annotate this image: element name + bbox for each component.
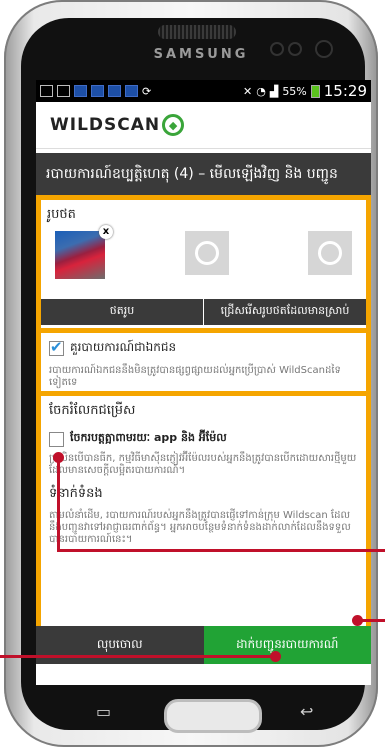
proximity-sensor-icon [317,42,331,56]
photos-heading: រូបថត [47,207,76,222]
photo-thumbnail-parrot[interactable]: x [55,225,113,279]
take-photo-button[interactable]: ថតរូប [41,299,204,325]
photos-section: រូបថត x ថតរូប ជ្រើសរើសរូបថតដែលមានស្រាប់ [41,200,366,328]
anonymous-section: គួរបាយការណ៍ជាឯកជន របាយការណ៍ឯកជននឹងមិនត្រ… [41,333,366,391]
sharing-heading: ចែករំលែកជម្រើស [49,403,136,418]
action-bar: លុបចោល ដាក់បញ្ជូនរបាយការណ៍ [36,626,371,664]
report-form: រូបថត x ថតរូប ជ្រើសរើសរូបថតដែលមានស្រាប់ … [36,195,371,629]
anonymous-row[interactable]: គួរបាយការណ៍ជាឯកជន [49,338,358,357]
logo-paw-icon: ◆ [162,114,185,136]
photo-thumbnails: x [47,225,360,281]
nfc-icon: ✕ [243,84,253,98]
sharing-section: ចែករំលែកជម្រើស ចែករបត្តត្អាពាមរយៈ app និ… [41,396,366,629]
app-logo: WILDSCAN [50,115,161,135]
wifi-icon: ◔ [256,84,266,98]
image-notification-icon [57,85,70,97]
contact-heading: ទំនាក់ទំនង [49,486,103,501]
home-button[interactable] [164,699,262,733]
sync-icon: ⟳ [142,84,152,98]
annotation-line [57,457,60,551]
status-right: ✕ ◔ ▟ 55% 15:29 [243,82,367,100]
news-notification-icon [91,85,104,97]
annotation-line [0,655,272,658]
contact-text: តាមលំនាំដើម, របាយការណ៍របស់អ្នកនឹងត្រូវបា… [49,510,351,545]
annotation-line [360,619,385,622]
front-camera-icon [272,44,282,54]
camera-placeholder-icon[interactable] [184,231,229,275]
signal-icon: ▟ [269,84,279,98]
camera-placeholder-icon[interactable] [308,231,352,275]
anonymous-label: គួរបាយការណ៍ជាឯកជន [70,340,177,354]
annotation-line [57,549,385,552]
news-notification-icon [74,85,87,97]
anonymous-hint: របាយការណ៍ឯកជននឹងមិនត្រូវបានផ្សព្វផ្សាយដល… [49,365,341,388]
back-key-icon[interactable]: ↩ [300,702,313,721]
notification-app-icon [40,85,53,97]
photo-buttons: ថតរូប ជ្រើសរើសរូបថតដែលមានស្រាប់ [41,299,366,325]
app-bar: WILDSCAN ◆ [36,102,371,149]
cancel-button[interactable]: លុបចោល [36,626,204,664]
news-notification-icon [108,85,121,97]
share-label: ចែករបត្តត្អាពាមរយៈ app និង អ៊ីម៉ែល [70,431,227,444]
battery-percent: 55% [282,84,307,98]
share-hint: ប្រសិនបើបានធីក, កម្មវិធីមាស៊ីនភ្ញៀវអ៊ីម៉… [49,453,357,476]
send-report-button[interactable]: ដាក់បញ្ជូនរបាយការណ៍ [203,626,371,664]
battery-icon [310,84,320,98]
remove-photo-icon[interactable]: x [99,225,113,239]
device-brand: SAMSUNG [153,47,249,62]
share-row[interactable]: ចែករបត្តត្អាពាមរយៈ app និង អ៊ីម៉ែល [49,431,358,447]
share-checkbox[interactable] [49,431,64,447]
anonymous-checkbox[interactable] [49,338,64,356]
sensor-icon [290,44,300,54]
earpiece-speaker [158,25,236,39]
page-title: របាយការណ៍ឧប្បត្តិហេតុ (4) – មើលឡើងវិញ និ… [36,149,371,195]
status-bar: ⟳ ✕ ◔ ▟ 55% 15:29 [36,80,371,102]
app-screen: ⟳ ✕ ◔ ▟ 55% 15:29 WILDSCAN ◆ របាយការណ៍ឧប… [36,80,371,685]
menu-key-icon[interactable]: ▭ [96,702,111,721]
news-notification-icon [125,85,138,97]
status-time: 15:29 [323,82,367,100]
choose-existing-photo-button[interactable]: ជ្រើសរើសរូបថតដែលមានស្រាប់ [204,299,366,325]
